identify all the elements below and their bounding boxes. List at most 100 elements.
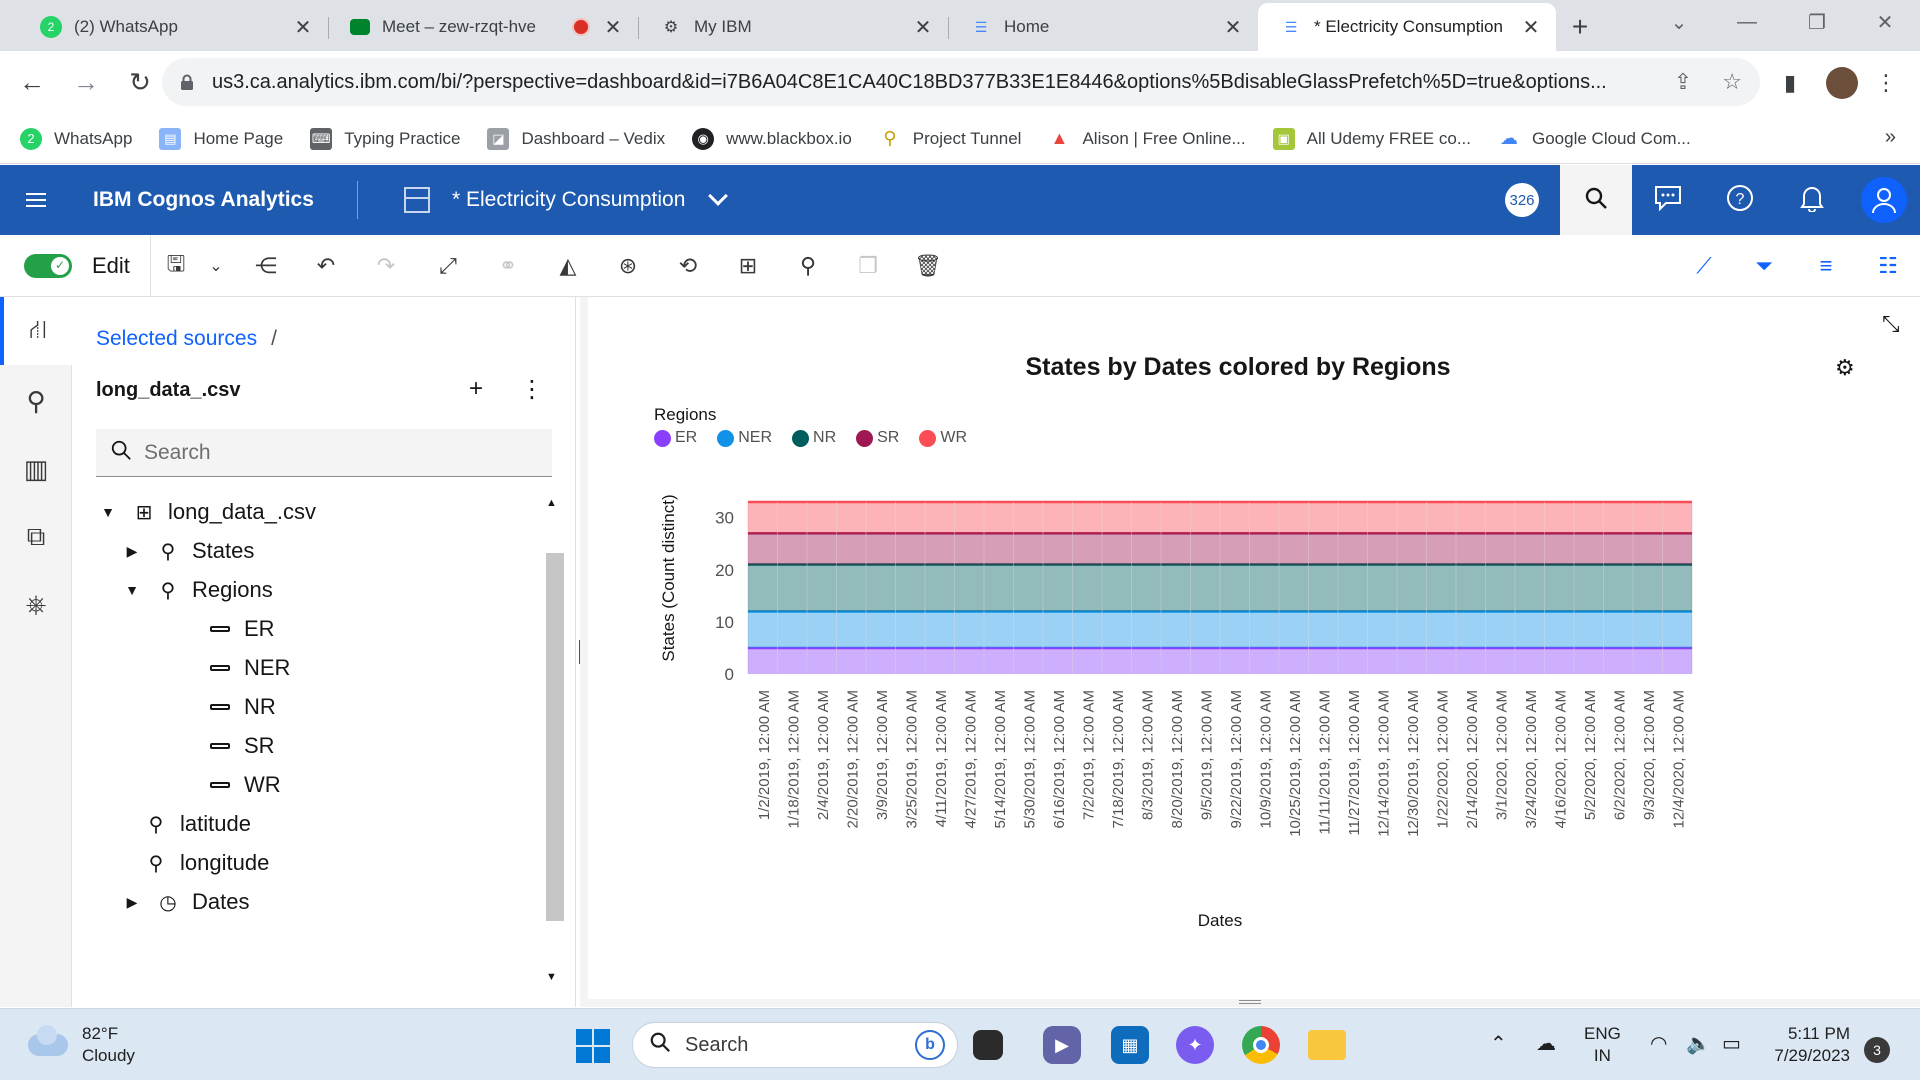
tab-home[interactable]: ☰ Home ✕ — [948, 3, 1258, 51]
search-button[interactable] — [1560, 165, 1632, 235]
language-indicator[interactable]: ENG IN — [1584, 1023, 1621, 1067]
properties-icon[interactable]: ≡ — [1804, 235, 1848, 297]
tree-node-table[interactable]: ▼ ⊞ long_data_.csv — [96, 492, 316, 532]
windows-start-icon[interactable] — [576, 1029, 610, 1063]
task-view-icon[interactable] — [973, 1030, 1003, 1060]
filter-icon[interactable]: ⏷ — [1742, 235, 1786, 297]
weather-widget[interactable]: 82°F Cloudy — [28, 1023, 135, 1067]
overflow-menu-icon[interactable]: ⋮ — [520, 375, 544, 404]
assistant-icon[interactable]: ⎈ — [0, 571, 72, 639]
more-bookmarks-icon[interactable]: » — [1885, 126, 1896, 149]
copilot-icon[interactable]: ✦ — [1176, 1026, 1214, 1064]
expand-icon[interactable]: ⤢ — [426, 235, 470, 297]
bookmark-udemy[interactable]: ▣ All Udemy FREE co... — [1272, 127, 1471, 150]
save-icon[interactable]: 🖫 — [154, 235, 198, 297]
settings-sliders-icon[interactable]: ☷ — [1866, 235, 1910, 297]
file-explorer-icon[interactable] — [1308, 1030, 1346, 1060]
tab-electricity-consumption[interactable]: ☰ * Electricity Consumption ✕ — [1258, 3, 1556, 51]
forward-icon[interactable]: → — [62, 59, 110, 107]
help-button[interactable]: ? — [1704, 165, 1776, 235]
profile-avatar[interactable] — [1822, 59, 1862, 107]
bookmark-whatsapp[interactable]: 2 WhatsApp — [20, 127, 132, 150]
legend-item-ner[interactable]: NER — [717, 429, 772, 447]
stacked-area-chart[interactable]: 0 10 20 30 1/2/2019, 12:00 AM 1/18/2019, 12:0… — [588, 477, 1908, 947]
back-icon[interactable]: ← — [8, 59, 56, 107]
line-chart-icon[interactable]: ⟋ — [1682, 235, 1726, 297]
close-icon[interactable]: ✕ — [292, 15, 314, 40]
volume-icon[interactable]: 🔈 — [1686, 1033, 1711, 1055]
tree-node-longitude[interactable]: ⚲ longitude — [144, 843, 270, 883]
visualizations-icon[interactable]: ▥ — [0, 435, 72, 503]
tree-node-er[interactable]: ER — [206, 609, 275, 649]
tree-node-states[interactable]: ▶ ⚲ States — [120, 531, 255, 571]
taskbar-search[interactable]: Search b — [632, 1022, 958, 1068]
scroll-up-icon[interactable]: ▲ — [546, 497, 557, 509]
close-icon[interactable]: ✕ — [912, 15, 934, 40]
tree-node-latitude[interactable]: ⚲ latitude — [144, 804, 251, 844]
bookmark-google-cloud[interactable]: ☁ Google Cloud Com... — [1498, 127, 1691, 150]
hamburger-menu-icon[interactable] — [0, 165, 72, 235]
area-chart-icon[interactable]: ◭ — [546, 235, 590, 297]
table-icon[interactable]: ⊞ — [726, 235, 770, 297]
tree-node-wr[interactable]: WR — [206, 765, 281, 805]
legend-item-er[interactable]: ER — [654, 429, 697, 447]
caret-down-icon[interactable]: ▼ — [120, 582, 144, 598]
refresh-icon[interactable]: ⟲ — [666, 235, 710, 297]
battery-icon[interactable]: ▭ — [1722, 1033, 1741, 1055]
document-title[interactable]: * Electricity Consumption — [452, 188, 685, 212]
canvas-resize-handle[interactable] — [1239, 1000, 1261, 1004]
chevron-down-icon[interactable]: ⌄ — [194, 235, 238, 297]
restore-icon[interactable]: ❐ — [1786, 0, 1848, 44]
delete-icon[interactable]: 🗑 — [906, 235, 950, 297]
assistant-button[interactable] — [1632, 165, 1704, 235]
pin-icon[interactable]: ⚲ — [786, 235, 830, 297]
side-panel-icon[interactable]: ▮ — [1770, 59, 1810, 107]
collapse-icon[interactable]: ⤡ — [1882, 311, 1900, 337]
pin-icon[interactable]: ⚲ — [0, 367, 72, 435]
legend-item-wr[interactable]: WR — [919, 429, 967, 447]
bookmark-home-page[interactable]: ▤ Home Page — [159, 127, 283, 150]
undo-icon[interactable]: ↶ — [304, 235, 348, 297]
duplicate-icon[interactable]: ❐ — [846, 235, 890, 297]
tray-overflow-icon[interactable]: ⌃ — [1490, 1033, 1507, 1055]
close-icon[interactable]: ✕ — [1222, 15, 1244, 40]
notification-badge[interactable]: 3 — [1864, 1037, 1890, 1063]
clock[interactable]: 5:11 PM 7/29/2023 — [1770, 1023, 1850, 1067]
chrome-icon[interactable] — [1242, 1026, 1280, 1064]
teams-chat-icon[interactable]: ▶ — [1043, 1026, 1081, 1064]
window-close-icon[interactable]: ✕ — [1854, 0, 1916, 44]
new-tab-button[interactable]: + — [1556, 3, 1604, 51]
bookmark-typing-practice[interactable]: ⌨ Typing Practice — [310, 127, 460, 150]
store-icon[interactable]: ▦ — [1111, 1026, 1149, 1064]
wifi-icon[interactable]: ◠ — [1650, 1033, 1667, 1055]
user-button[interactable] — [1848, 165, 1920, 235]
chart-widget[interactable]: ⤡ ⚙ States by Dates colored by Regions R… — [588, 297, 1920, 999]
filter-widget-icon[interactable]: ⊛ — [606, 235, 650, 297]
tab-whatsapp[interactable]: 2 (2) WhatsApp ✕ — [18, 3, 328, 51]
chevron-down-icon[interactable] — [708, 186, 729, 206]
caret-right-icon[interactable]: ▶ — [120, 543, 144, 560]
omnibox[interactable]: us3.ca.analytics.ibm.com/bi/?perspective… — [162, 58, 1760, 106]
reload-icon[interactable]: ↻ — [116, 59, 164, 107]
breadcrumb-link[interactable]: Selected sources — [96, 327, 257, 350]
caret-right-icon[interactable]: ▶ — [120, 894, 144, 911]
share-icon[interactable]: ⇪ — [1674, 69, 1692, 95]
tree-node-regions[interactable]: ▼ ⚲ Regions — [120, 570, 273, 610]
cloud-sync-icon[interactable]: ☁ — [1536, 1033, 1556, 1055]
tree-node-nr[interactable]: NR — [206, 687, 276, 727]
bing-icon[interactable]: b — [915, 1030, 945, 1060]
bookmark-alison[interactable]: ▲ Alison | Free Online... — [1048, 127, 1246, 150]
tree-node-dates[interactable]: ▶ ◷ Dates — [120, 882, 250, 922]
counter-badge[interactable]: 326 — [1486, 165, 1558, 235]
add-source-icon[interactable]: + — [469, 375, 483, 403]
close-icon[interactable]: ✕ — [1520, 15, 1542, 40]
legend-item-nr[interactable]: NR — [792, 429, 836, 447]
relationships-icon[interactable]: ⚭ — [486, 235, 530, 297]
tree-scrollbar[interactable]: ▲ ▼ — [540, 495, 564, 1005]
notifications-button[interactable] — [1776, 165, 1848, 235]
minimize-icon[interactable]: — — [1716, 0, 1778, 44]
data-sources-icon[interactable]: ⛙ — [0, 297, 72, 365]
search-input[interactable] — [144, 440, 524, 465]
bookmark-project-tunnel[interactable]: ⚲ Project Tunnel — [878, 127, 1021, 150]
bookmark-dashboard-vedix[interactable]: ◪ Dashboard – Vedix — [487, 127, 665, 150]
